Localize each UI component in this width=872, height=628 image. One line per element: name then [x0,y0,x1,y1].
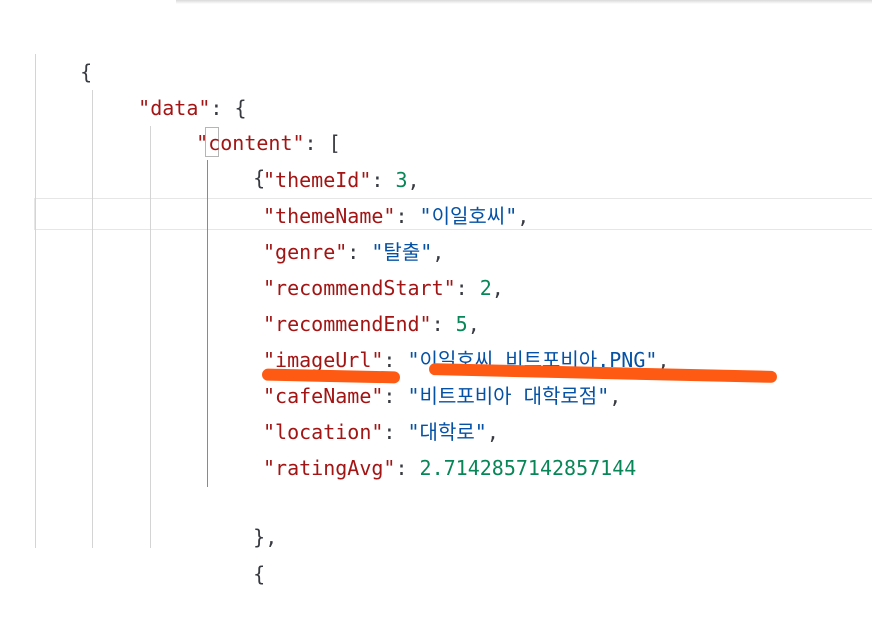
json-value: "대학로" [407,420,487,444]
bracket-array-open: [ [328,131,341,155]
window-edge-shadow [176,0,872,4]
json-key: "themeName" [263,204,396,228]
json-key: "themeId" [263,168,372,192]
code-line-field: "recommendEnd": 5, [263,312,480,336]
json-key: "genre" [263,240,348,264]
json-key: "location" [263,420,384,444]
json-key: "ratingAvg" [263,456,396,480]
code-line-field: "recommendStart": 2, [263,276,504,300]
json-value: "비트포비아 대학로점" [407,384,610,408]
brace-next-object-open: { [253,562,266,586]
code-line-object-open: { [205,124,265,190]
code-line-field: "cafeName": "비트포비아 대학로점", [263,384,622,408]
code-line-field: "ratingAvg": 2.7142857142857144 [263,456,637,480]
json-key: "cafeName" [263,384,384,408]
code-line-data: "data": { [138,96,247,120]
code-line-field: "themeId": 3, [263,168,420,192]
indent-guide-level-1 [35,54,36,548]
json-value: 2 [479,276,492,300]
code-line-root: { [32,18,92,84]
code-line-field: "genre": "탈출", [263,240,445,264]
json-value: 2.7142857142857144 [419,456,637,480]
code-line-content: "content": [ [196,131,341,155]
json-key: "recommendEnd" [263,312,432,336]
json-value: "탈출" [371,240,433,264]
code-line-next-object: { [205,520,265,586]
json-value: 5 [455,312,468,336]
json-value: "이일호씨" [419,204,518,228]
json-value: 3 [395,168,408,192]
code-line-object-close: }, [253,525,278,549]
json-key: "recommendStart" [263,276,456,300]
code-line-field: "themeName": "이일호씨", [263,204,530,228]
code-line-field: "location": "대학로", [263,420,499,444]
